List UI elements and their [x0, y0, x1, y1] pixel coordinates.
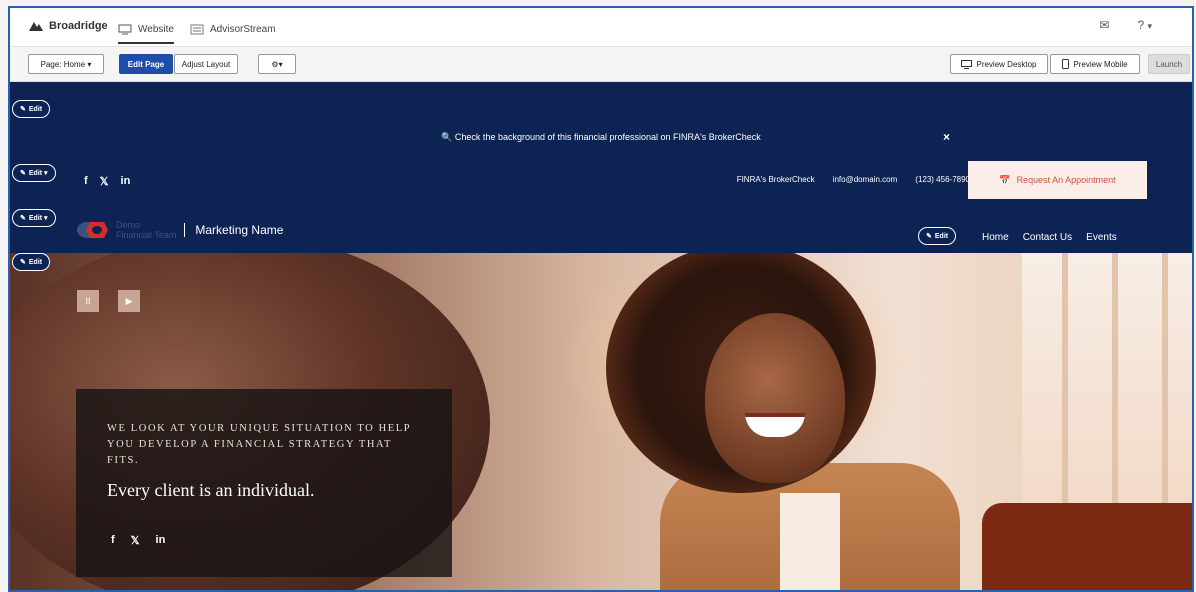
site-preview: ✎ Edit 🔍 Check the background of this fin… — [10, 82, 1192, 590]
main-nav: Home Contact Us Events — [982, 232, 1117, 243]
hero-desk — [982, 503, 1192, 590]
edit-label: Edit — [28, 105, 43, 113]
demo-logo-icon — [77, 222, 108, 238]
nav-events[interactable]: Events — [1086, 232, 1117, 243]
header-social-links: f 𝕏 in — [84, 175, 130, 188]
preview-desktop-button[interactable]: Preview Desktop — [950, 54, 1048, 74]
site-brand[interactable]: Demo Financial Team Marketing Name — [76, 218, 283, 242]
brand-label: Broadridge — [49, 20, 108, 32]
adjust-layout-button[interactable]: Adjust Layout — [174, 54, 238, 74]
hero-kicker: We look at your unique situation to help… — [107, 423, 411, 466]
tab-website[interactable]: Website — [118, 16, 174, 44]
pencil-icon: ✎ — [20, 215, 26, 222]
phone-link[interactable]: (123) 456-7890 — [915, 175, 970, 184]
hero-person-shirt — [780, 493, 840, 590]
broadridge-logo[interactable]: Broadridge — [28, 20, 108, 32]
edit-notice-button[interactable]: ✎ Edit — [12, 100, 51, 118]
contact-row: FINRA's BrokerCheck info@domain.com (123… — [737, 175, 970, 184]
brokercheck-link[interactable]: FINRA's BrokerCheck — [737, 175, 815, 184]
email-link[interactable]: info@domain.com — [833, 175, 898, 184]
close-icon[interactable]: × — [943, 130, 950, 144]
nav-home[interactable]: Home — [982, 232, 1009, 243]
brokercheck-notice[interactable]: 🔍 Check the background of this financial… — [10, 132, 1192, 143]
edit-page-button[interactable]: Edit Page — [119, 54, 173, 74]
tab-advisorstream-label: AdvisorStream — [210, 23, 276, 35]
hero-text-card: We look at your unique situation to help… — [76, 389, 452, 577]
twitter-icon[interactable]: 𝕏 — [100, 175, 109, 188]
facebook-icon[interactable]: f — [84, 175, 88, 188]
appointment-label: Request An Appointment — [1016, 175, 1116, 185]
newspaper-icon — [190, 24, 204, 34]
edit-topbar-dropdown[interactable]: ✎ Edit ▾ — [12, 164, 56, 182]
edit-brand-dropdown[interactable]: ✎ Edit ▾ — [12, 209, 56, 227]
edit-label: Edit — [934, 232, 949, 240]
app-bar: Broadridge Website AdvisorStream ✉ ? ▾ — [10, 8, 1192, 47]
calendar-icon: 📅 — [999, 174, 1011, 185]
marketing-name: Marketing Name — [184, 223, 283, 237]
pause-button[interactable]: II — [77, 290, 99, 312]
mail-icon[interactable]: ✉ — [1099, 18, 1109, 32]
tab-advisorstream[interactable]: AdvisorStream — [190, 16, 276, 42]
hero-social-links: f 𝕏 in — [111, 534, 165, 547]
notice-text: Check the background of this financial p… — [454, 132, 761, 142]
edit-dropdown-label: Edit ▾ — [28, 170, 48, 177]
help-menu[interactable]: ? ▾ — [1137, 18, 1152, 32]
preview-desktop-label: Preview Desktop — [976, 59, 1037, 69]
facebook-icon[interactable]: f — [111, 534, 115, 547]
hero-person-face — [705, 313, 845, 483]
hero-banner: II ▶ We look at your unique situation to… — [10, 253, 1192, 590]
tab-website-label: Website — [138, 23, 174, 35]
edit-hero-button[interactable]: ✎ Edit — [12, 253, 51, 271]
page-select[interactable]: Page: Home ▾ — [28, 54, 104, 74]
hero-headline: Every client is an individual. — [107, 480, 315, 500]
preview-mobile-label: Preview Mobile — [1073, 59, 1128, 69]
pencil-icon: ✎ — [926, 233, 932, 240]
edit-dropdown-label: Edit ▾ — [28, 215, 48, 222]
search-icon: 🔍 — [441, 132, 453, 142]
twitter-icon[interactable]: 𝕏 — [131, 534, 140, 547]
monitor-icon — [961, 59, 973, 69]
linkedin-icon[interactable]: in — [156, 534, 166, 547]
browser-frame: Broadridge Website AdvisorStream ✉ ? ▾ P… — [8, 6, 1194, 592]
pencil-icon: ✎ — [20, 259, 26, 266]
team-line: Financial Team — [116, 230, 177, 240]
edit-label: Edit — [28, 258, 43, 266]
editor-toolbar: Page: Home ▾ Edit Page Adjust Layout ⚙▾ … — [10, 47, 1192, 82]
preview-mobile-button[interactable]: Preview Mobile — [1050, 54, 1140, 74]
broadridge-logo-icon — [29, 22, 43, 31]
demo-line: Demo — [116, 220, 141, 230]
pencil-icon: ✎ — [20, 170, 26, 177]
launch-button[interactable]: Launch — [1148, 54, 1190, 74]
mobile-icon — [1062, 59, 1070, 69]
nav-contact-us[interactable]: Contact Us — [1023, 232, 1072, 243]
monitor-icon — [118, 24, 132, 34]
help-icon: ? — [1137, 18, 1145, 32]
linkedin-icon[interactable]: in — [121, 175, 131, 188]
settings-button[interactable]: ⚙▾ — [258, 54, 296, 74]
pencil-icon: ✎ — [20, 106, 26, 113]
chevron-down-icon: ▾ — [1147, 21, 1152, 31]
play-button[interactable]: ▶ — [118, 290, 140, 312]
edit-nav-button[interactable]: ✎ Edit — [918, 227, 957, 245]
appbar-right: ✉ ? ▾ — [1099, 18, 1152, 32]
demo-team-name: Demo Financial Team — [116, 220, 176, 240]
request-appointment-button[interactable]: 📅 Request An Appointment — [968, 161, 1147, 199]
